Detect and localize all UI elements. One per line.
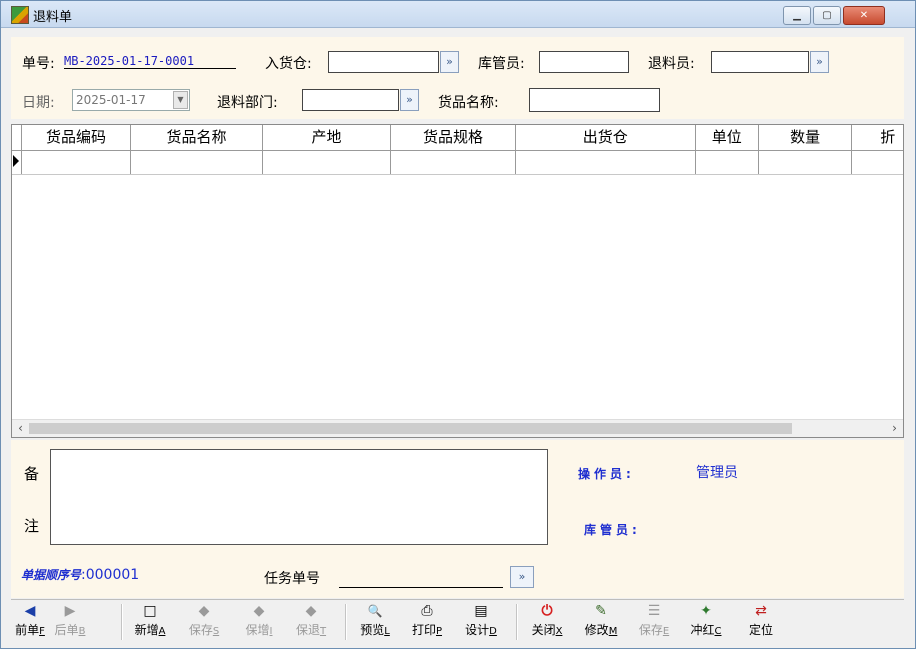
preview-icon: 🔍 xyxy=(367,604,383,618)
window-title: 退料单 xyxy=(33,10,73,25)
column-header[interactable]: 数量 xyxy=(759,125,853,150)
title-bar: 退料单 ▁ ▢ ✕ xyxy=(1,1,915,28)
chevron-down-icon[interactable]: ▼ xyxy=(173,91,188,109)
column-header[interactable]: 货品编码 xyxy=(22,125,132,150)
seq-number: 单据顺序号:000001 xyxy=(21,566,139,583)
keeper-label: 库管员: xyxy=(478,56,525,72)
modify-icon: ✎ xyxy=(595,603,607,619)
date-label: 日期: xyxy=(22,95,55,111)
maximize-button[interactable]: ▢ xyxy=(813,6,841,25)
new-doc-icon: □ xyxy=(143,603,157,619)
horizontal-scrollbar[interactable]: ‹ › xyxy=(12,419,903,437)
preview-button[interactable]: 🔍 预览L xyxy=(356,600,394,646)
design-icon: ▤ xyxy=(474,603,488,619)
app-icon xyxy=(11,6,29,24)
table-row[interactable] xyxy=(12,150,903,175)
save-list-button[interactable]: ☰ 保存E xyxy=(634,600,674,646)
doc-no-label: 单号: xyxy=(22,56,55,72)
design-button[interactable]: ▤ 设计D xyxy=(462,600,500,646)
task-no-label: 任务单号 xyxy=(264,571,320,587)
next-label: 后单 xyxy=(54,623,79,637)
scroll-thumb[interactable] xyxy=(29,423,792,434)
dept-label: 退料部门: xyxy=(217,95,278,111)
close-power-icon: ⏻ xyxy=(541,603,553,619)
column-header[interactable]: 单位 xyxy=(696,125,759,150)
memo-label-bottom: 注 xyxy=(24,517,40,535)
returner-field[interactable] xyxy=(711,51,809,73)
prev-button[interactable]: ◀ 前单F xyxy=(13,600,47,646)
close-window-button[interactable]: ✕ xyxy=(843,6,885,25)
keeper-info-label: 库管员: xyxy=(584,523,641,537)
save-icon: ◆ xyxy=(198,603,210,619)
arrow-right-icon: ▶ xyxy=(64,603,76,619)
table-cell[interactable] xyxy=(391,150,517,174)
table-cell[interactable] xyxy=(22,150,132,174)
scroll-left-icon[interactable]: ‹ xyxy=(12,420,29,437)
table-cell[interactable] xyxy=(852,150,903,174)
close-button[interactable]: ⏻ 关闭X xyxy=(527,600,567,646)
column-header[interactable]: 出货仓 xyxy=(516,125,696,150)
task-no-browse-button[interactable]: » xyxy=(510,566,534,588)
row-pointer-icon xyxy=(13,155,19,167)
table-cell[interactable] xyxy=(263,150,392,174)
doc-no-value: MB-2025-01-17-0001 xyxy=(64,54,236,69)
date-picker[interactable]: 2025-01-17 ▼ xyxy=(72,89,190,111)
locate-icon: ⇄ xyxy=(755,603,767,619)
warehouse-in-browse-button[interactable]: » xyxy=(440,51,459,73)
table-cell[interactable] xyxy=(516,150,696,174)
column-header[interactable]: 产地 xyxy=(263,125,391,150)
memo-label-top: 备 xyxy=(24,465,40,483)
returner-browse-button[interactable]: » xyxy=(810,51,829,73)
separator xyxy=(121,604,123,640)
table-cell[interactable] xyxy=(131,150,264,174)
separator xyxy=(516,604,518,640)
seq-label: 单据顺序号 xyxy=(21,568,82,582)
locate-button[interactable]: ⇄ 定位 xyxy=(741,600,781,646)
date-value: 2025-01-17 xyxy=(76,93,146,107)
goods-grid[interactable]: 货品编码 货品名称 产地 货品规格 出货仓 单位 数量 折 ‹ › xyxy=(11,124,904,438)
seq-value: :000001 xyxy=(81,567,140,583)
table-cell[interactable] xyxy=(696,150,760,174)
save-button[interactable]: ◆ 保存S xyxy=(185,600,223,646)
prev-label: 前单 xyxy=(15,623,40,637)
modify-button[interactable]: ✎ 修改M xyxy=(581,600,621,646)
arrow-left-icon: ◀ xyxy=(24,603,36,619)
goods-name-label: 货品名称: xyxy=(438,95,499,111)
column-header[interactable]: 折 xyxy=(852,125,903,150)
save-add-button[interactable]: ◆ 保增I xyxy=(240,600,278,646)
task-no-input[interactable] xyxy=(339,567,503,588)
warehouse-in-field[interactable] xyxy=(328,51,439,73)
dept-field[interactable] xyxy=(302,89,399,111)
grid-corner xyxy=(12,125,22,150)
toolbar: ◀ 前单F ▶ 后单B □ 新增A ◆ 保存S ◆ 保增I ◆ 保退T 🔍 预览… xyxy=(11,599,904,646)
dept-browse-button[interactable]: » xyxy=(400,89,419,111)
memo-textarea[interactable] xyxy=(50,449,548,545)
returner-label: 退料员: xyxy=(648,56,695,72)
new-button[interactable]: □ 新增A xyxy=(132,600,168,646)
grid-header: 货品编码 货品名称 产地 货品规格 出货仓 单位 数量 折 xyxy=(12,125,903,151)
print-icon: ⎙ xyxy=(421,603,433,619)
reverse-button[interactable]: ✦ 冲红C xyxy=(686,600,726,646)
column-header[interactable]: 货品规格 xyxy=(391,125,516,150)
save-exit-button[interactable]: ◆ 保退T xyxy=(292,600,330,646)
reverse-icon: ✦ xyxy=(700,603,712,619)
row-indicator xyxy=(12,150,22,174)
warehouse-in-label: 入货仓: xyxy=(265,56,312,72)
column-header[interactable]: 货品名称 xyxy=(131,125,263,150)
save-list-icon: ☰ xyxy=(647,603,661,619)
operator-value: 管理员 xyxy=(696,465,738,481)
operator-label: 操作员: xyxy=(578,467,635,481)
table-cell[interactable] xyxy=(759,150,853,174)
save-exit-icon: ◆ xyxy=(305,603,317,619)
next-button[interactable]: ▶ 后单B xyxy=(53,600,87,646)
goods-name-input[interactable] xyxy=(529,88,660,112)
keeper-field[interactable] xyxy=(539,51,629,73)
separator xyxy=(345,604,347,640)
minimize-button[interactable]: ▁ xyxy=(783,6,811,25)
print-button[interactable]: ⎙ 打印P xyxy=(408,600,446,646)
save-add-icon: ◆ xyxy=(253,603,265,619)
scroll-right-icon[interactable]: › xyxy=(886,420,903,437)
